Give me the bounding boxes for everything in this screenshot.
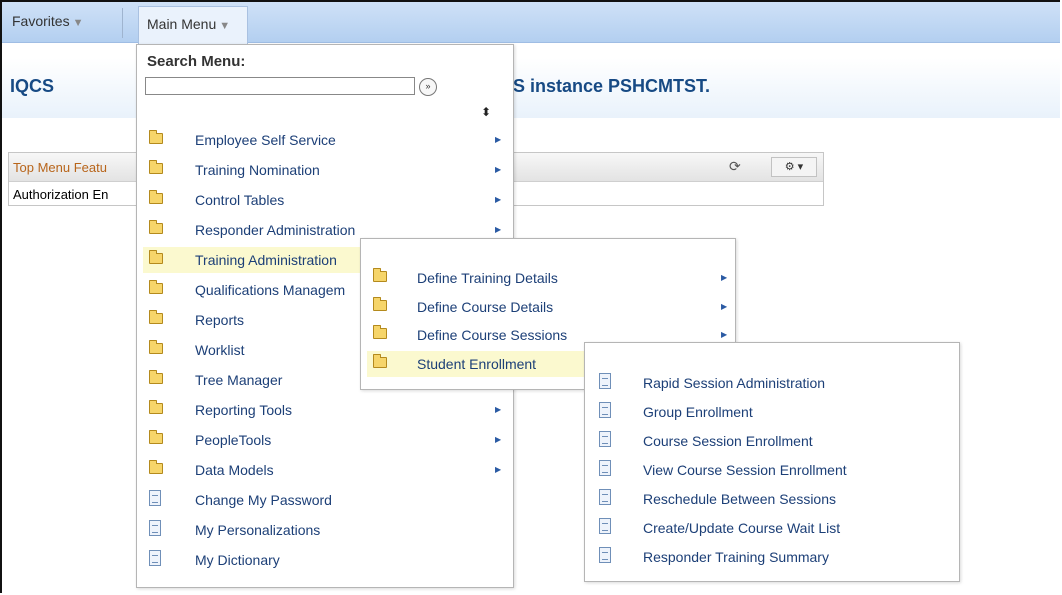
page-icon xyxy=(593,457,623,483)
menu-item[interactable]: PeopleTools ▶ xyxy=(143,427,507,453)
menu-item[interactable]: Reschedule Between Sessions xyxy=(593,486,951,512)
menu-item[interactable]: Control Tables ▶ xyxy=(143,187,507,213)
submenu-arrow-icon: ▶ xyxy=(495,195,502,204)
search-menu-input[interactable] xyxy=(145,77,415,95)
menu-item-label: Define Course Details xyxy=(417,298,554,315)
menu-item-label: Responder Training Summary xyxy=(643,549,829,565)
menu-item[interactable]: Training Nomination ▶ xyxy=(143,157,507,183)
folder-icon xyxy=(367,294,397,320)
page-icon xyxy=(143,547,173,573)
student-enrollment-submenu: Rapid Session Administration Group Enroll… xyxy=(584,342,960,582)
menu-item-label: Reports xyxy=(195,312,245,328)
menu-item[interactable]: Group Enrollment xyxy=(593,399,951,425)
menu-item-label: Group Enrollment xyxy=(643,404,753,420)
menu-item-label: Qualifications Managem xyxy=(195,282,346,298)
menu-item-label: Rapid Session Administration xyxy=(643,375,826,391)
menu-item-label: PeopleTools xyxy=(195,432,272,448)
folder-icon xyxy=(143,457,173,483)
folder-icon xyxy=(367,265,397,291)
folder-icon xyxy=(143,397,173,423)
menu-item-label: My Dictionary xyxy=(195,552,280,568)
menu-item[interactable]: Data Models ▶ xyxy=(143,457,507,483)
submenu-arrow-icon: ▶ xyxy=(495,465,502,474)
main-menu-label: Main Menu xyxy=(147,16,217,32)
menu-item[interactable]: Reporting Tools ▶ xyxy=(143,397,507,423)
favorites-label: Favorites xyxy=(12,13,70,29)
submenu-arrow-icon: ▶ xyxy=(495,165,502,174)
folder-icon xyxy=(143,367,173,393)
menu-item[interactable]: Rapid Session Administration xyxy=(593,370,951,396)
folder-icon xyxy=(143,307,173,333)
pagelet-title[interactable]: Top Menu Featu xyxy=(13,160,107,175)
chevron-down-icon: ▼ xyxy=(219,20,231,32)
menu-item-label: Define Course Sessions xyxy=(417,327,568,343)
menu-item[interactable]: Change My Password xyxy=(143,487,507,513)
menu-item-label: View Course Session Enrollment xyxy=(643,462,847,478)
page-icon xyxy=(593,428,623,454)
menu-item-label: Training Nomination xyxy=(195,162,320,178)
submenu-arrow-icon: ▶ xyxy=(495,405,502,414)
menu-item-label: Tree Manager xyxy=(195,372,283,388)
page-icon xyxy=(593,544,623,570)
refresh-icon[interactable]: ⟳ xyxy=(729,158,741,175)
folder-icon xyxy=(143,277,173,303)
menu-item-label: Control Tables xyxy=(195,192,285,208)
page-icon xyxy=(593,486,623,512)
menu-item[interactable]: Define Course Details ▶ xyxy=(367,294,729,320)
favorites-menu-button[interactable]: Favorites ▼ xyxy=(4,4,120,38)
folder-icon xyxy=(143,127,173,153)
menu-item-label: Change My Password xyxy=(195,492,332,508)
menu-item-label: Training Administration xyxy=(195,252,337,268)
chevron-down-icon: ▼ xyxy=(72,17,84,29)
menu-item-label: Responder Administration xyxy=(195,222,356,238)
page-icon xyxy=(593,515,623,541)
menu-item[interactable]: My Dictionary xyxy=(143,547,507,573)
folder-icon xyxy=(367,351,397,377)
menu-item-label: Worklist xyxy=(195,342,245,358)
menu-item-label: Data Models xyxy=(195,462,274,478)
page-icon xyxy=(593,399,623,425)
main-menu-button[interactable]: Main Menu ▼ xyxy=(138,6,248,46)
page-icon xyxy=(143,517,173,543)
menu-item-label: Create/Update Course Wait List xyxy=(643,520,841,536)
search-go-icon[interactable]: » xyxy=(419,78,437,96)
folder-icon xyxy=(143,337,173,363)
sort-icon[interactable]: ⬍ xyxy=(481,105,491,119)
folder-icon xyxy=(367,322,397,348)
menu-item[interactable]: My Personalizations xyxy=(143,517,507,543)
submenu-arrow-icon: ▶ xyxy=(721,301,728,311)
menu-item-label: Employee Self Service xyxy=(195,132,336,148)
menu-item-label: Course Session Enrollment xyxy=(643,433,813,449)
folder-icon xyxy=(143,247,173,273)
navigation-bar: Favorites ▼ Main Menu ▼ xyxy=(2,2,1060,46)
menu-item[interactable]: View Course Session Enrollment xyxy=(593,457,951,483)
folder-icon xyxy=(143,217,173,243)
pagelet-row[interactable]: Authorization En xyxy=(13,187,108,202)
menu-item[interactable]: Course Session Enrollment xyxy=(593,428,951,454)
menu-item[interactable]: Define Training Details ▶ xyxy=(367,265,729,291)
folder-icon xyxy=(143,427,173,453)
page-title-left: IQCS xyxy=(10,76,55,96)
submenu-arrow-icon: ▶ xyxy=(495,135,502,144)
folder-icon xyxy=(143,157,173,183)
page-icon xyxy=(593,370,623,396)
page-title-right: S instance PSHCMTST. xyxy=(513,76,711,96)
gear-icon[interactable]: ⚙ ▾ xyxy=(771,157,817,177)
menu-item[interactable]: Employee Self Service ▶ xyxy=(143,127,507,153)
menu-item[interactable]: Create/Update Course Wait List xyxy=(593,515,951,541)
menu-item-label: Reporting Tools xyxy=(195,402,293,418)
page-icon xyxy=(143,487,173,513)
menu-item-label: Student Enrollment xyxy=(417,355,537,372)
nav-separator xyxy=(122,8,123,38)
folder-icon xyxy=(143,187,173,213)
menu-item-label: Define Training Details xyxy=(417,270,558,286)
menu-item-label: My Personalizations xyxy=(195,522,321,538)
menu-item-label: Reschedule Between Sessions xyxy=(643,491,837,507)
submenu-arrow-icon: ▶ xyxy=(495,435,502,444)
menu-item[interactable]: Responder Training Summary xyxy=(593,544,951,570)
search-menu-label: Search Menu: xyxy=(147,53,246,70)
submenu-arrow-icon: ▶ xyxy=(721,273,728,282)
